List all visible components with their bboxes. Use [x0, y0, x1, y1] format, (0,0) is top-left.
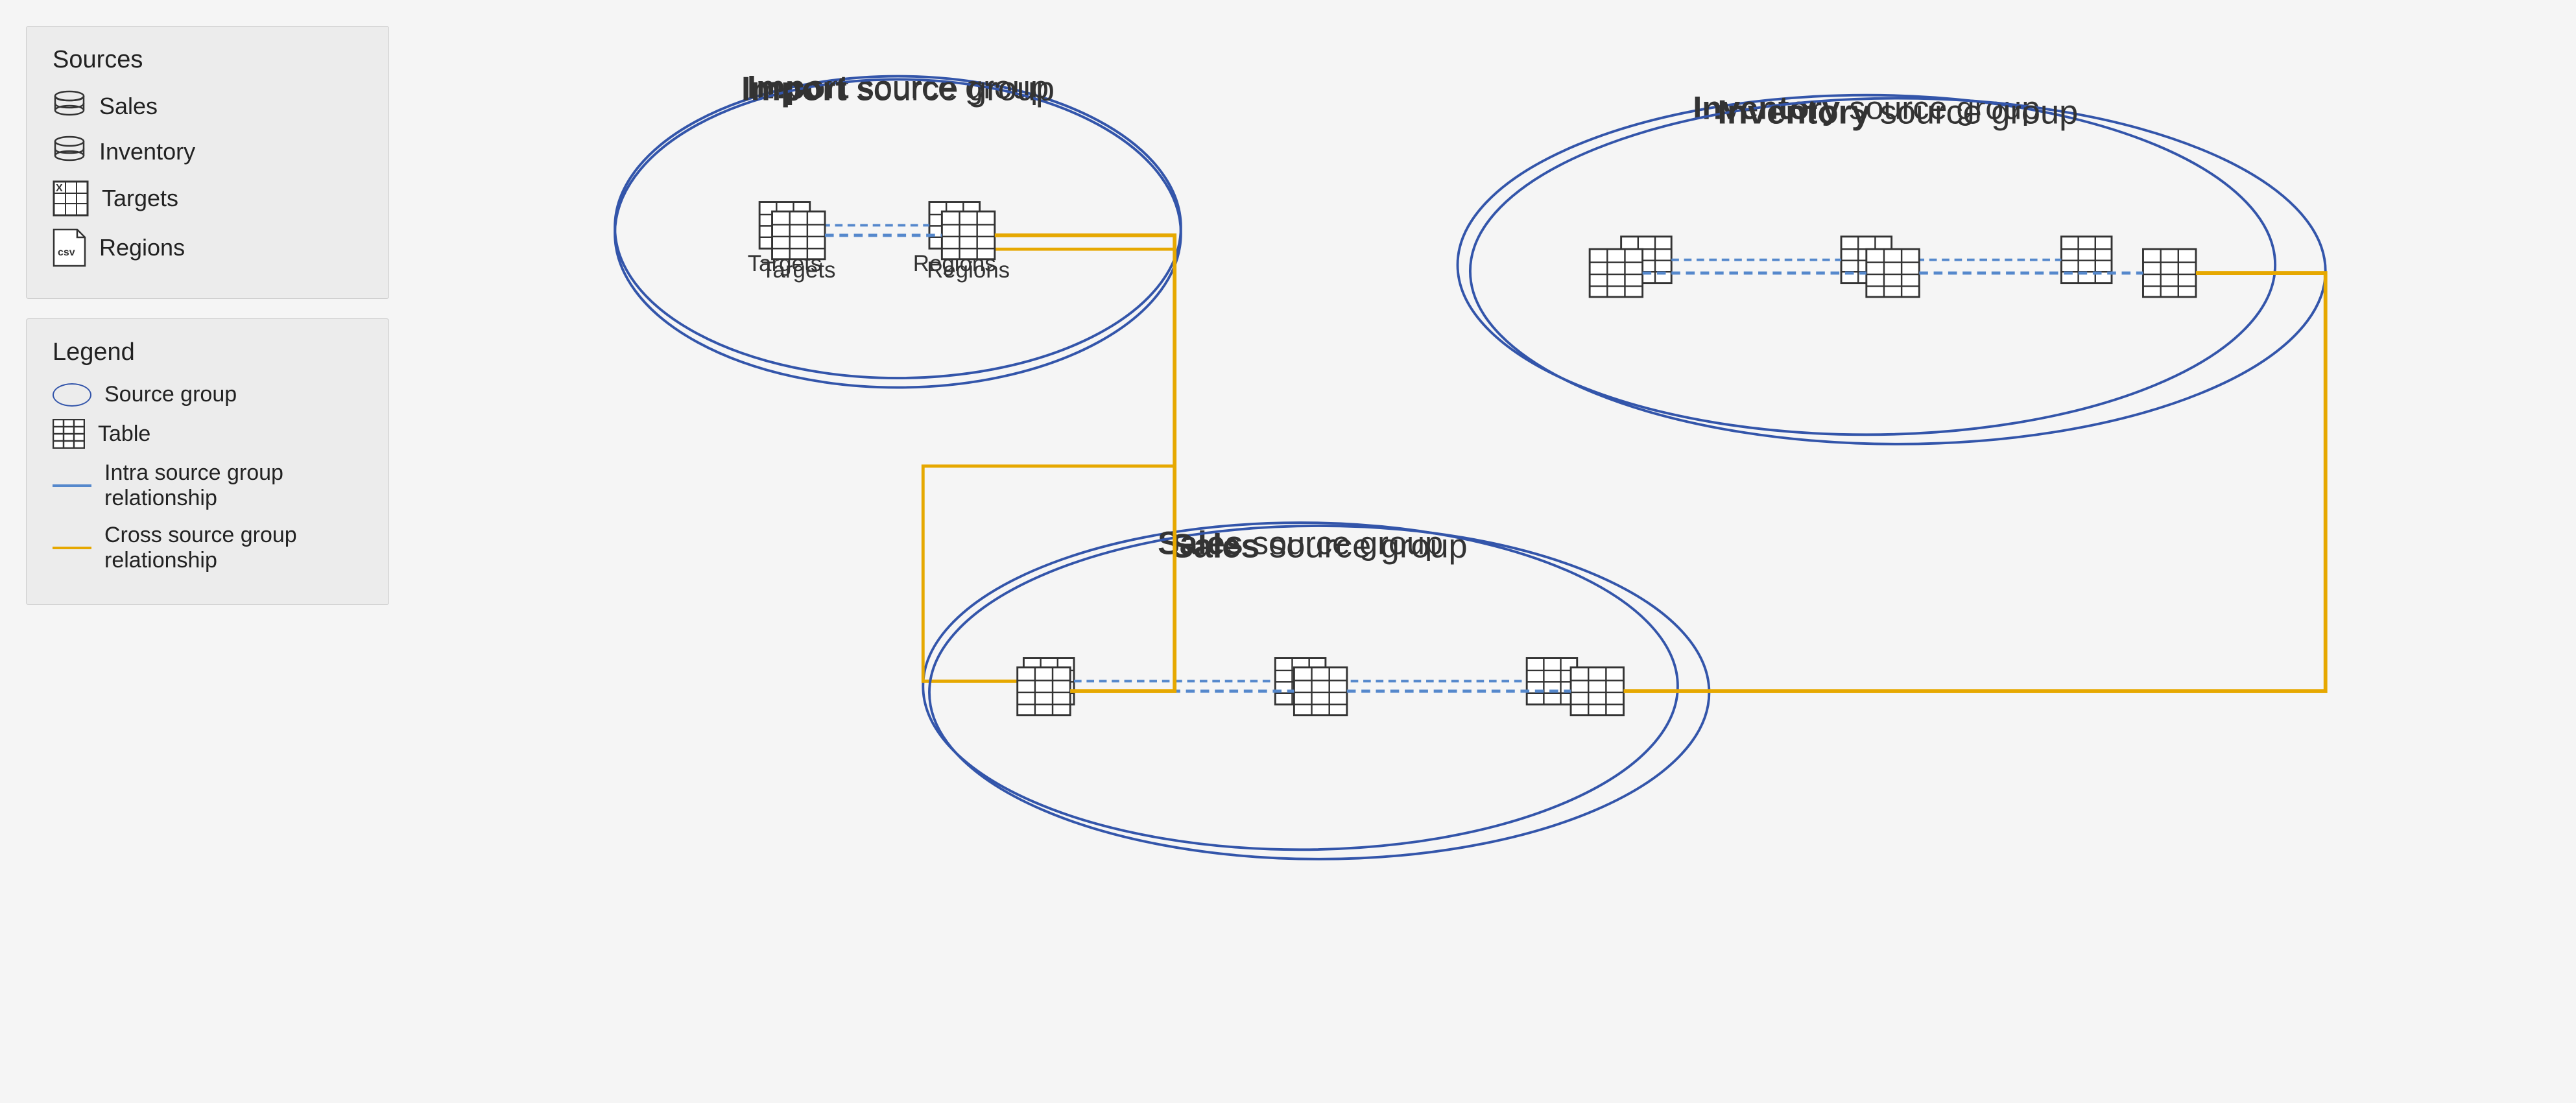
table-regions: Regions — [927, 211, 1010, 283]
svg-text:Sales source group: Sales source group — [1171, 527, 1468, 565]
database-icon-sales — [53, 89, 86, 123]
svg-text:Import source group: Import source group — [741, 70, 1055, 108]
table-targets: Targets — [761, 211, 835, 283]
table-inv2 — [1866, 249, 1919, 297]
svg-text:Sales source group: Sales source group — [1158, 525, 1443, 562]
legend-cross-label: Cross source group relationship — [104, 523, 363, 573]
diagram-overlay-svg: Import source group Inventory source gro… — [428, 26, 2550, 1063]
table-inv1 — [1590, 249, 1642, 297]
sources-box: Sources Sales Inventory — [26, 26, 389, 299]
legend-ellipse-icon — [53, 383, 91, 407]
table-sales2 — [1294, 667, 1346, 715]
legend-intra-label: Intra source group relationship — [104, 460, 363, 511]
svg-text:Regions: Regions — [927, 257, 1010, 283]
svg-text:X: X — [56, 183, 63, 194]
legend-table: Table — [53, 419, 363, 449]
legend-table-icon — [53, 419, 85, 449]
legend-intra: Intra source group relationship — [53, 460, 363, 511]
svg-text:csv: csv — [58, 247, 75, 258]
legend-blue-line-icon — [53, 484, 91, 487]
table-sales1 — [1018, 667, 1070, 715]
legend-table-label: Table — [98, 421, 150, 447]
csv-icon-regions: csv — [53, 228, 86, 267]
gold-line-1 — [995, 235, 1175, 691]
table-sales3 — [1571, 667, 1623, 715]
legend-source-group-label: Source group — [104, 382, 237, 407]
source-regions-label: Regions — [99, 234, 185, 261]
svg-text:Inventory source group: Inventory source group — [1693, 89, 2040, 126]
gold-line-2 — [1624, 273, 2326, 691]
svg-text:Regions: Regions — [913, 251, 996, 276]
sources-title: Sources — [53, 46, 363, 74]
source-sales-label: Sales — [99, 93, 158, 120]
database-icon-inventory — [53, 135, 86, 169]
source-item-inventory: Inventory — [53, 135, 363, 169]
legend-gold-line-icon — [53, 547, 91, 549]
source-item-regions: csv Regions — [53, 228, 363, 267]
legend-box: Legend Source group Table Intra source g… — [26, 318, 389, 605]
svg-text:Import source group: Import source group — [747, 69, 1049, 106]
source-item-targets: X Targets — [53, 180, 363, 217]
source-inventory-label: Inventory — [99, 138, 195, 165]
source-item-sales: Sales — [53, 89, 363, 123]
table-inv3 — [2143, 249, 2195, 297]
excel-icon-targets: X — [53, 180, 89, 217]
diagram-area: Import source group Inventory source gro… — [428, 26, 2550, 1063]
source-targets-label: Targets — [102, 185, 178, 212]
svg-text:Targets: Targets — [761, 257, 835, 283]
legend-source-group: Source group — [53, 382, 363, 407]
svg-text:Targets: Targets — [748, 251, 822, 276]
legend-cross: Cross source group relationship — [53, 523, 363, 573]
left-panel: Sources Sales Inventory — [26, 26, 389, 605]
svg-text:Inventory source group: Inventory source group — [1717, 93, 2078, 131]
legend-title: Legend — [53, 338, 363, 366]
diagram-svg: Import source group Inventory source gro… — [428, 26, 2550, 1063]
